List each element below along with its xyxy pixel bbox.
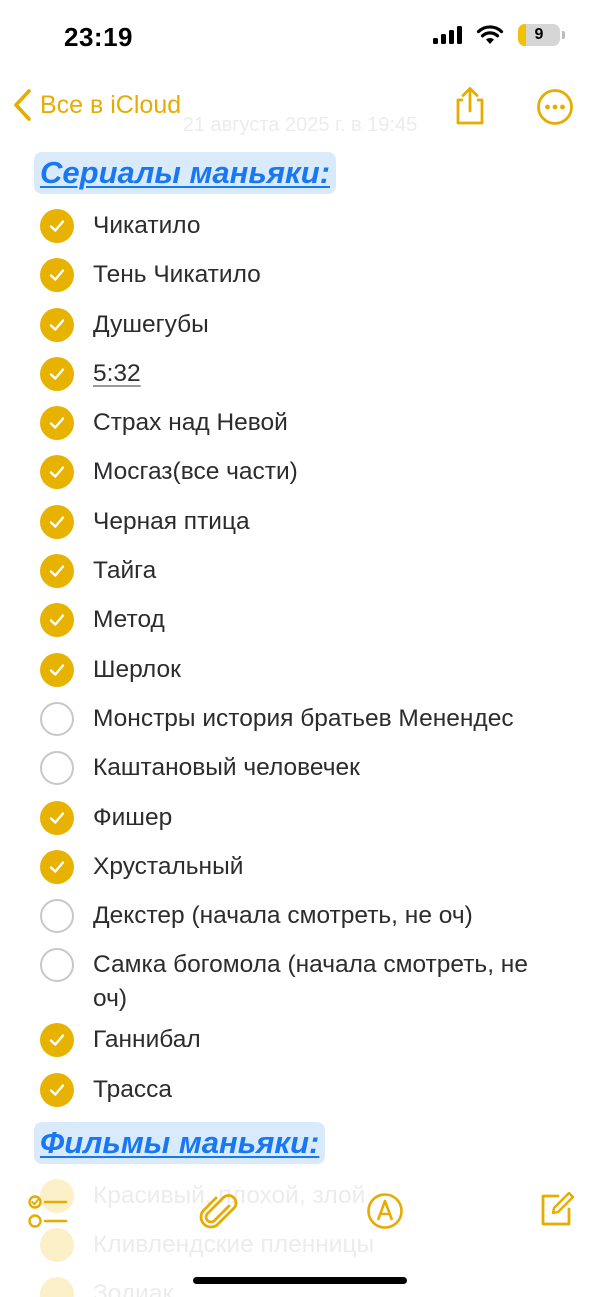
checklist-item: Мосгаз(все части) <box>0 448 600 497</box>
compose-button[interactable] <box>538 1191 576 1234</box>
checklist-item-text[interactable]: Метод <box>93 596 563 637</box>
checked-checkbox-icon[interactable] <box>40 603 74 638</box>
checklist-item: Ганнибал <box>0 1016 600 1065</box>
chevron-left-icon <box>14 89 31 121</box>
heading-text: Сериалы маньяки: <box>40 155 331 190</box>
checked-checkbox-icon[interactable] <box>40 504 74 539</box>
checklist-item: Душегубы <box>0 301 600 350</box>
checklist: Чикатило Тень Чикатило Душегубы 5:32 Страх н… <box>0 202 600 1115</box>
checklist-item-text[interactable]: Каштановый человечек <box>93 744 563 785</box>
checklist-item: Монстры история братьев Менендес <box>0 695 600 744</box>
checklist-item-text[interactable]: Душегубы <box>93 301 563 342</box>
back-label: Все в iCloud <box>40 90 182 119</box>
checklist-item: Каштановый человечек <box>0 744 600 793</box>
unchecked-checkbox-icon[interactable] <box>40 899 74 934</box>
checklist-item: Фишер <box>0 794 600 843</box>
checked-checkbox-icon[interactable] <box>40 652 74 687</box>
checklist-item: Страх над Невой <box>0 399 600 448</box>
checklist-item-text[interactable]: Шерлок <box>93 646 563 687</box>
pen-circle-icon <box>367 1193 403 1229</box>
checklist-item-text[interactable]: Тайга <box>93 547 563 588</box>
checklist-item: Черная птица <box>0 498 600 547</box>
checklist-button[interactable] <box>28 1194 68 1235</box>
checklist-item: Тайга <box>0 547 600 596</box>
checklist-item-text[interactable]: Декстер (начала смотреть, не оч) <box>93 892 563 933</box>
attach-button[interactable] <box>199 1190 239 1239</box>
checklist-item-text[interactable]: Трасса <box>93 1066 563 1107</box>
unchecked-checkbox-icon[interactable] <box>40 701 74 736</box>
list-item: Зодиак <box>40 1277 173 1297</box>
checklist-item: 5:32 <box>0 350 600 399</box>
ellipsis-circle-icon <box>537 89 573 125</box>
markup-button[interactable] <box>366 1192 404 1235</box>
battery-level: 9 <box>534 26 544 43</box>
cellular-signal-icon <box>433 26 462 44</box>
section-heading-series[interactable]: Сериалы маньяки: <box>34 152 337 194</box>
checklist-item-text[interactable]: Тень Чикатило <box>93 251 563 292</box>
unchecked-checkbox-icon[interactable] <box>40 751 74 786</box>
checklist-item: Метод <box>0 596 600 645</box>
status-icons: 9 <box>433 24 565 46</box>
home-indicator <box>193 1277 407 1284</box>
checked-checkbox-icon[interactable] <box>40 1072 74 1107</box>
checked-checkbox-icon[interactable] <box>40 406 74 441</box>
checklist-item-text[interactable]: Монстры история братьев Менендес <box>93 695 563 736</box>
checklist-item: Трасса <box>0 1066 600 1115</box>
checklist-item-text[interactable]: Страх над Невой <box>93 399 563 440</box>
checklist-item: Шерлок <box>0 646 600 695</box>
paperclip-icon <box>199 1194 238 1229</box>
checklist-item: Тень Чикатило <box>0 251 600 300</box>
checklist-item: Декстер (начала смотреть, не оч) <box>0 892 600 941</box>
checked-checkbox-icon[interactable] <box>40 258 74 293</box>
checked-checkbox-icon[interactable] <box>40 554 74 589</box>
share-icon <box>456 87 484 125</box>
share-button[interactable] <box>452 86 488 131</box>
section-heading-movies[interactable]: Фильмы маньяки: <box>34 1122 326 1164</box>
checklist-item-text[interactable]: Чикатило <box>93 202 563 243</box>
checkbox-icon <box>40 1277 74 1297</box>
checked-checkbox-icon[interactable] <box>40 356 74 391</box>
checklist-item-text[interactable]: 5:32 <box>93 350 563 391</box>
unchecked-checkbox-icon[interactable] <box>40 948 74 983</box>
more-button[interactable] <box>536 88 574 131</box>
checked-checkbox-icon[interactable] <box>40 1023 74 1058</box>
checklist-item: Хрустальный <box>0 843 600 892</box>
checked-checkbox-icon[interactable] <box>40 800 74 835</box>
checklist-item-text[interactable]: Хрустальный <box>93 843 563 884</box>
battery-icon: 9 <box>518 24 565 46</box>
checklist-item-text[interactable]: Ганнибал <box>93 1016 563 1057</box>
checklist-item-text[interactable]: Мосгаз(все части) <box>93 448 563 489</box>
checked-checkbox-icon[interactable] <box>40 209 74 243</box>
checklist-item-text[interactable]: Самка богомола (начала смотреть, не оч) <box>93 941 563 1016</box>
back-button[interactable]: Все в iCloud <box>12 88 181 122</box>
checked-checkbox-icon[interactable] <box>40 307 74 342</box>
compose-icon <box>541 1191 575 1226</box>
checklist-item: Чикатило <box>0 202 600 251</box>
checked-checkbox-icon[interactable] <box>40 849 74 884</box>
status-time: 23:19 <box>64 22 133 52</box>
heading-text: Фильмы маньяки: <box>40 1125 320 1160</box>
checklist-icon <box>28 1195 68 1228</box>
list-item-text: Зодиак <box>93 1280 174 1297</box>
wifi-icon <box>476 25 504 44</box>
checked-checkbox-icon[interactable] <box>40 455 74 490</box>
checklist-item-text[interactable]: Черная птица <box>93 498 563 539</box>
notes-screen: 23:19 9 21 августа 2025 г. в 19:45 Все в… <box>0 0 600 1297</box>
checklist-item-text[interactable]: Фишер <box>93 794 563 835</box>
checklist-item: Самка богомола (начала смотреть, не оч) <box>0 941 600 1016</box>
